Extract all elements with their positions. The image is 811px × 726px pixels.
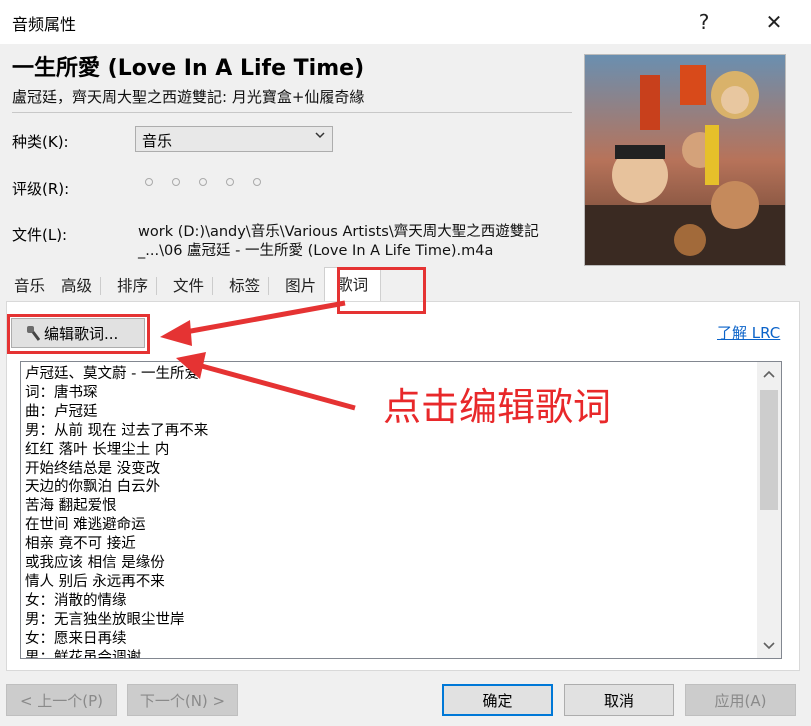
genre-select[interactable]: 音乐 — [135, 126, 333, 152]
ok-button[interactable]: 确定 — [442, 684, 553, 716]
album-cover-image — [584, 54, 786, 266]
rating-stars[interactable] — [145, 178, 261, 186]
tab-divider — [212, 277, 214, 295]
annotation-text: 点击编辑歌词 — [383, 385, 612, 429]
rating-star-icon[interactable] — [226, 178, 234, 186]
next-button[interactable]: 下一个(N) > — [127, 684, 238, 716]
song-artist-album: 盧冠廷，齊天周大聖之西遊雙記: 月光寶盒+仙履奇緣 — [12, 88, 365, 106]
help-button[interactable]: ? — [681, 0, 727, 44]
apply-button[interactable]: 应用(A) — [685, 684, 796, 716]
close-icon: ✕ — [765, 10, 783, 34]
scroll-thumb[interactable] — [760, 390, 778, 510]
tab-label: 文件 — [173, 277, 205, 295]
tab-sort[interactable]: 排序 — [109, 270, 165, 302]
header-divider — [12, 112, 572, 113]
vertical-scrollbar[interactable] — [757, 362, 781, 658]
tab-label: 图片 — [285, 277, 317, 295]
cancel-button[interactable]: 取消 — [564, 684, 674, 716]
rating-star-icon[interactable] — [253, 178, 261, 186]
tab-divider — [268, 277, 270, 295]
tab-divider — [156, 277, 158, 295]
genre-label: 种类(K): — [12, 133, 69, 151]
chevron-down-icon — [314, 129, 326, 145]
scroll-up-icon[interactable] — [757, 362, 781, 386]
genre-value: 音乐 — [142, 132, 173, 150]
rating-star-icon[interactable] — [199, 178, 207, 186]
window-title: 音频属性 — [12, 15, 77, 34]
tab-divider — [100, 277, 102, 295]
learn-lrc-link[interactable]: 了解 LRC — [717, 322, 780, 343]
tab-label: 标签 — [229, 277, 261, 295]
file-label: 文件(L): — [12, 226, 68, 244]
tab-strip: 音乐 高级 排序 文件 标签 图片 歌词 — [6, 267, 382, 302]
file-path-line: _...\06 盧冠廷 - 一生所愛 (Love In A Life Time)… — [138, 243, 494, 259]
tab-tags[interactable]: 标签 — [221, 270, 277, 302]
lyrics-text: 卢冠廷、莫文蔚 - 一生所爱 词：唐书琛 曲：卢冠廷 男：从前 现在 过去了再不… — [25, 366, 209, 659]
tab-music[interactable]: 音乐 — [6, 270, 53, 302]
scroll-down-icon[interactable] — [757, 634, 781, 658]
tab-advanced[interactable]: 高级 — [53, 270, 109, 302]
tab-file[interactable]: 文件 — [165, 270, 221, 302]
song-title: 一生所愛 (Love In A Life Time) — [12, 56, 365, 81]
prev-button[interactable]: < 上一个(P) — [6, 684, 117, 716]
file-path: work (D:)\andy\音乐\Various Artists\齊天周大聖之… — [138, 223, 578, 261]
rating-star-icon[interactable] — [172, 178, 180, 186]
file-path-line: work (D:)\andy\音乐\Various Artists\齊天周大聖之… — [138, 224, 539, 240]
close-button[interactable]: ✕ — [751, 0, 797, 44]
help-icon: ? — [698, 10, 710, 34]
tab-artwork[interactable]: 图片 — [277, 270, 324, 302]
rating-star-icon[interactable] — [145, 178, 153, 186]
tab-label: 音乐 — [14, 277, 46, 295]
tab-label: 高级 — [61, 277, 93, 295]
annotation-highlight-edit-button — [7, 314, 150, 354]
annotation-highlight-lyrics-tab — [337, 267, 426, 314]
tab-label: 排序 — [117, 277, 149, 295]
rating-label: 评级(R): — [12, 180, 70, 198]
